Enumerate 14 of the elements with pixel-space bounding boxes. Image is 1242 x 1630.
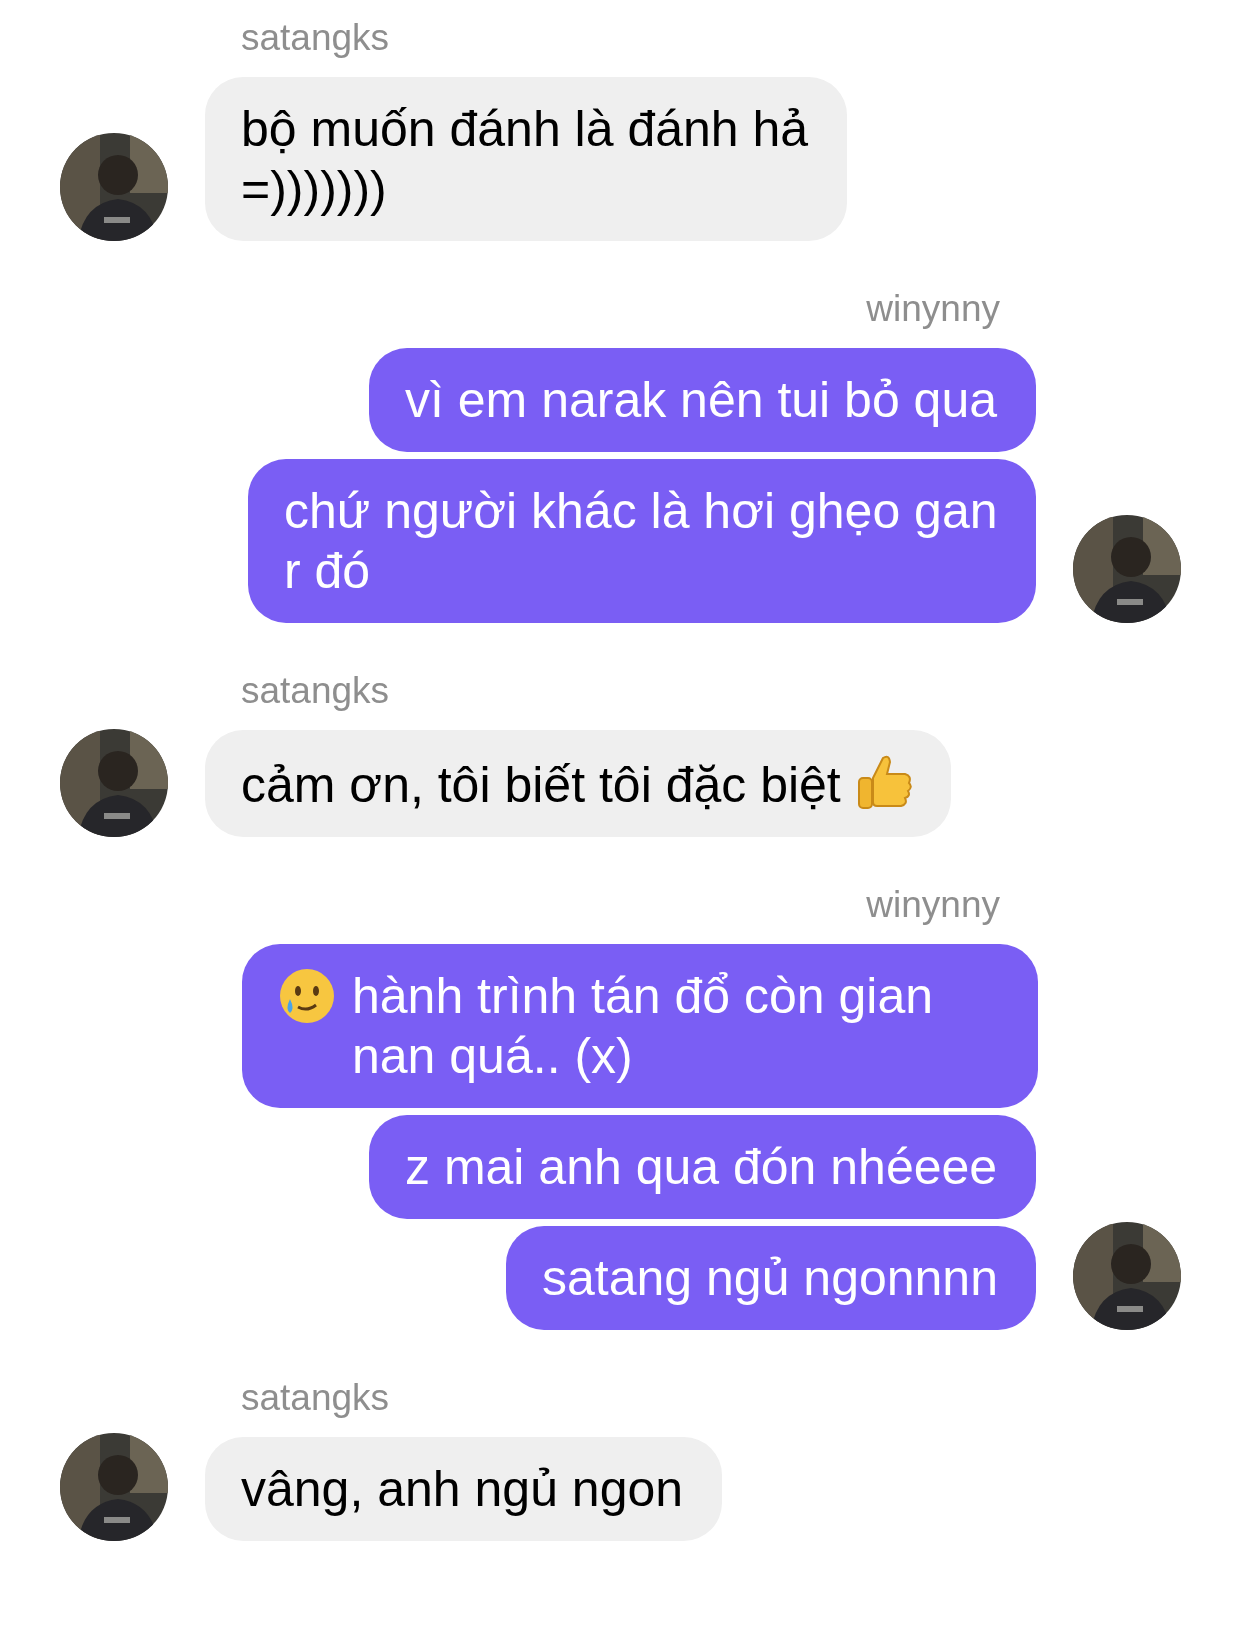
message-text: hành trình tán đổ còn gian nan quá.. (x): [352, 967, 934, 1086]
message-text: z mai anh qua đón nhéeee: [405, 1139, 998, 1195]
sender-name: satangks: [241, 16, 390, 60]
sender-name: satangks: [241, 669, 390, 713]
sender-name: satangks: [241, 1376, 390, 1420]
message-text: chứ người khác là hơi ghẹo gan r đó: [284, 483, 998, 599]
message-text: satang ngủ ngonnnn: [542, 1250, 998, 1306]
sender-name: winynny: [866, 883, 1000, 927]
smiling-face-with-tear-icon: [278, 967, 336, 1025]
message-text: cảm ơn, tôi biết tôi đặc biệt: [241, 757, 841, 813]
message-text: bộ muốn đánh là đánh hả =))))))): [241, 101, 809, 217]
sender-name: winynny: [866, 287, 1000, 331]
message-text: vì em narak nên tui bỏ qua: [405, 372, 998, 428]
message-text: vâng, anh ngủ ngon: [241, 1461, 684, 1517]
